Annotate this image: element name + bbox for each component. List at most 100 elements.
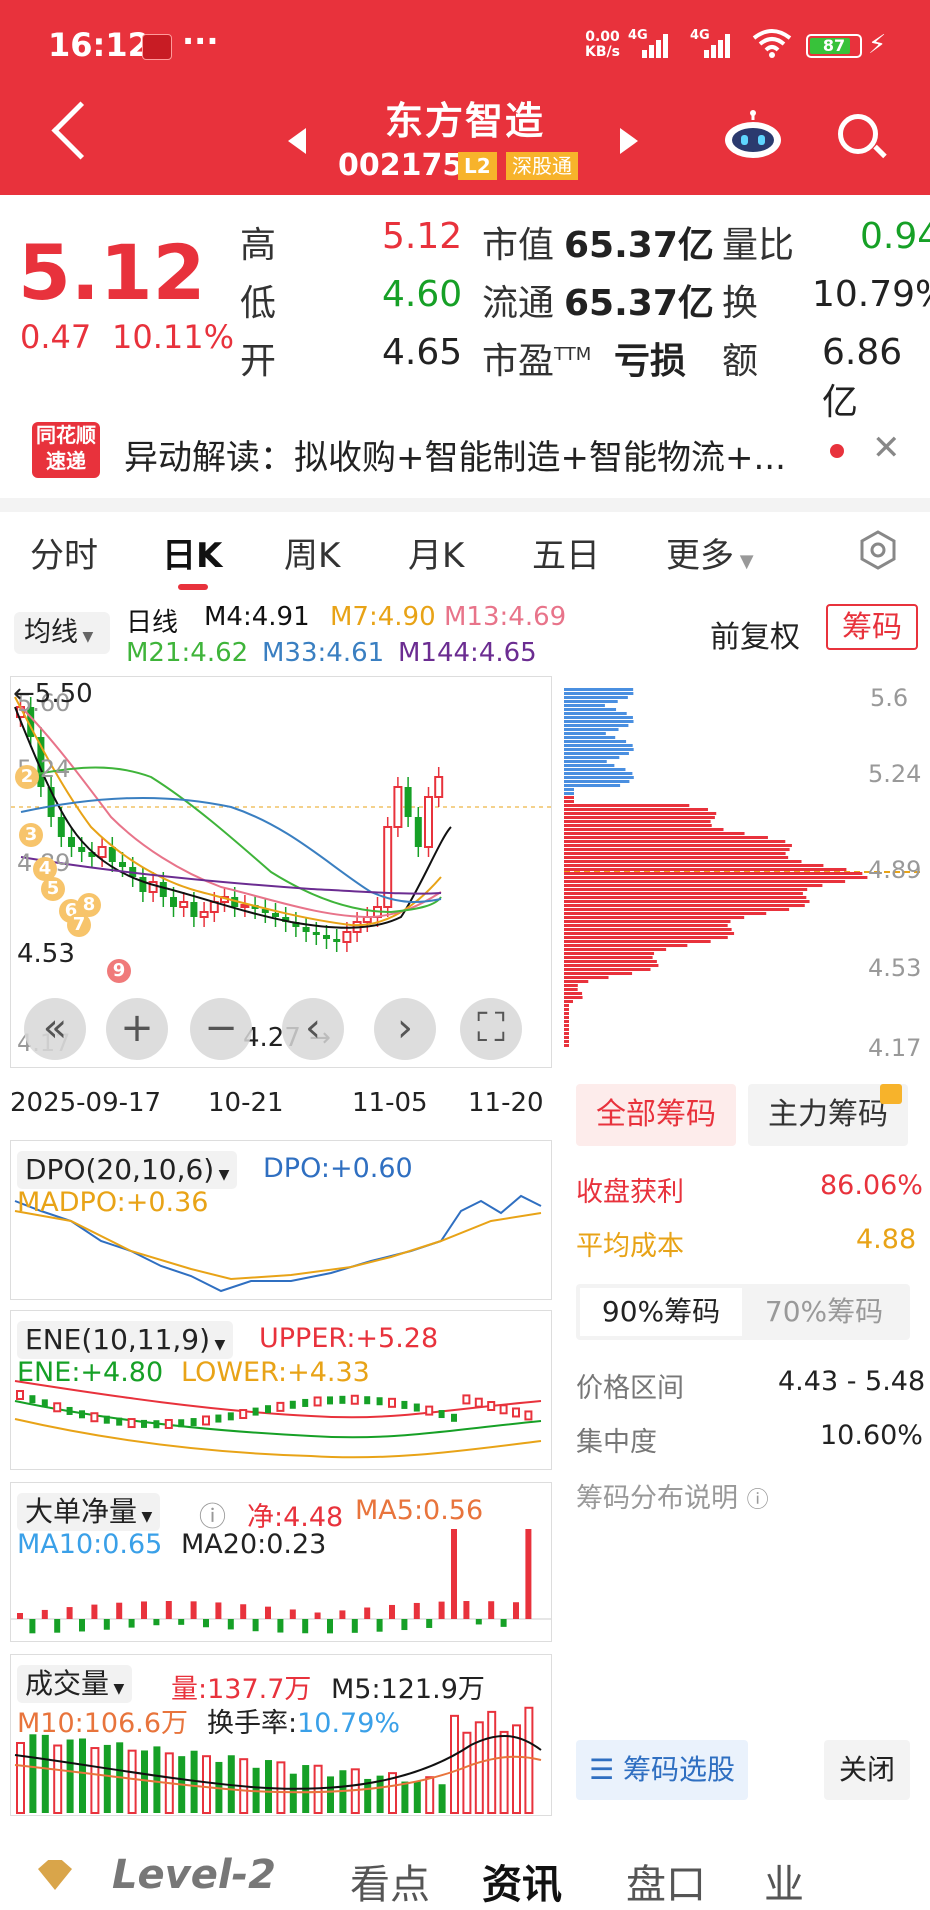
chip-bar — [564, 976, 609, 979]
indicator-select[interactable]: 均线 ▼ — [14, 612, 110, 654]
volume-select[interactable]: 成交量 ▼ — [17, 1665, 133, 1703]
zoom-out-icon[interactable]: − — [190, 998, 252, 1060]
amount-value: 6.86亿 — [822, 332, 903, 423]
next-stock-icon[interactable] — [620, 128, 638, 154]
candle-body — [383, 826, 393, 908]
volume-bar — [66, 1739, 74, 1813]
ene-lower-value: LOWER:+4.33 — [181, 1357, 370, 1388]
price-adjust-select[interactable]: 前复权 — [710, 612, 800, 656]
chip-bar — [564, 992, 583, 995]
big-order-bar — [289, 1609, 296, 1619]
signal-icon: 4G — [690, 28, 734, 58]
rewind-icon[interactable]: « — [24, 998, 86, 1060]
big-order-select[interactable]: 大单净量 ▼ — [17, 1493, 161, 1531]
chip-bar — [564, 1000, 573, 1003]
candle-body — [414, 817, 422, 847]
chip-bars-svg — [564, 688, 920, 1047]
chip-bar — [564, 816, 715, 819]
close-icon[interactable]: ✕ — [872, 428, 901, 468]
pe-label-text: 市盈 — [482, 341, 555, 382]
big-order-bar — [327, 1619, 333, 1634]
concentration-value: 10.60% — [820, 1420, 923, 1451]
nav-highlights[interactable]: 看点 — [350, 1852, 430, 1910]
ene-candle — [276, 1401, 285, 1412]
tab-daily-k[interactable]: 日K — [162, 528, 222, 577]
scroll-right-icon[interactable]: › — [374, 998, 436, 1060]
chip-bar — [564, 968, 651, 971]
big-order-bar — [463, 1601, 470, 1619]
candle-body — [97, 846, 107, 858]
tab-five-day[interactable]: 五日 — [532, 528, 600, 577]
chip-bar — [564, 988, 578, 991]
robot-assistant-icon[interactable] — [722, 110, 784, 160]
candle-body — [312, 932, 320, 935]
ene-candle — [302, 1398, 309, 1407]
float-cap-label: 流通 — [482, 283, 555, 324]
ene-candle — [376, 1397, 383, 1406]
volume-bar — [487, 1710, 497, 1814]
candle-body — [342, 931, 352, 943]
chip-bar — [564, 1008, 569, 1011]
nav-news[interactable]: 资讯 — [482, 1852, 562, 1910]
signal-type: 4G — [690, 28, 710, 43]
fullscreen-icon[interactable]: ⛶ — [460, 998, 522, 1060]
nav-level2[interactable]: Level-2 — [112, 1852, 276, 1898]
chip-bar — [564, 860, 802, 863]
volume-select-label: 成交量 — [25, 1667, 110, 1700]
ene-candle — [153, 1420, 160, 1429]
chip-bar — [564, 752, 629, 755]
event-badge[interactable]: 3 — [19, 823, 43, 847]
volume-bar — [265, 1760, 272, 1813]
chip-70-tab[interactable]: 70%筹码 — [742, 1288, 906, 1336]
chip-bar — [564, 832, 745, 835]
ma-m7: M7:4.90 — [330, 602, 436, 632]
ene-panel[interactable]: ENE(10,11,9) ▼ UPPER:+5.28 ENE:+4.80 LOW… — [10, 1310, 552, 1470]
chip-select-stock-button[interactable]: ☰ 筹码选股 — [576, 1740, 748, 1800]
chip-90-tab[interactable]: 90%筹码 — [580, 1288, 742, 1336]
tab-intraday[interactable]: 分时 — [30, 528, 98, 577]
dpo-panel[interactable]: DPO(20,10,6) ▼ DPO:+0.60 MADPO:+0.36 — [10, 1140, 552, 1300]
chip-y-label: 4.17 — [868, 1034, 922, 1062]
chip-bar — [564, 868, 847, 871]
big-order-panel[interactable]: 大单净量 ▼ ⓘ 净:4.48 MA5:0.56 MA10:0.65 MA20:… — [10, 1482, 552, 1642]
tab-more[interactable]: 更多 ▼ — [666, 528, 754, 577]
chip-bar — [564, 804, 690, 807]
ma-m144: M144:4.65 — [398, 638, 537, 668]
scroll-left-icon[interactable]: ‹ — [282, 998, 344, 1060]
zoom-in-icon[interactable]: + — [106, 998, 168, 1060]
chip-bar — [564, 776, 634, 779]
ene-select[interactable]: ENE(10,11,9) ▼ — [17, 1321, 234, 1359]
nav-order-book[interactable]: 盘口 — [626, 1852, 706, 1910]
search-icon[interactable] — [838, 114, 878, 154]
event-badge[interactable]: 8 — [77, 893, 101, 917]
candle-body — [424, 796, 433, 848]
tab-monthly-k[interactable]: 月K — [408, 528, 464, 577]
x-axis-label: 11-20 — [468, 1088, 544, 1118]
big-order-bar — [66, 1607, 73, 1619]
ene-candle — [339, 1395, 346, 1404]
ene-candle — [512, 1407, 520, 1418]
ene-select-label: ENE(10,11,9) — [25, 1323, 211, 1356]
settings-icon[interactable] — [858, 530, 898, 570]
event-badge[interactable]: 2 — [15, 765, 39, 789]
ma-m21: M21:4.62 — [126, 638, 249, 668]
ma-m4: M4:4.91 — [204, 602, 310, 632]
chips-toggle-button[interactable]: 筹码 — [826, 604, 918, 650]
tab-weekly-k[interactable]: 周K — [284, 528, 340, 577]
event-badge[interactable]: 9 — [107, 959, 131, 983]
chip-bar — [564, 888, 808, 891]
chip-bar — [564, 728, 619, 731]
big-order-bar — [314, 1612, 321, 1619]
event-badge[interactable]: 5 — [41, 877, 65, 901]
chip-bar — [564, 740, 627, 743]
ene-candle — [202, 1415, 210, 1426]
help-icon: ⓘ — [746, 1488, 769, 1513]
chip-close-button[interactable]: 关闭 — [824, 1740, 910, 1800]
dpo-select[interactable]: DPO(20,10,6) ▼ — [17, 1151, 238, 1189]
volume-panel[interactable]: 成交量 ▼ 量:137.7万 M5:121.9万 M10:106.6万 换手率:… — [10, 1654, 552, 1816]
chip-tab-all[interactable]: 全部筹码 — [576, 1084, 736, 1146]
float-cap-value: 65.37亿 — [564, 283, 714, 324]
news-headline[interactable]: 异动解读：拟收购+智能制造+智能物流+... — [124, 430, 786, 479]
nav-business[interactable]: 业 — [764, 1852, 804, 1910]
chip-explain-link[interactable]: 筹码分布说明 ⓘ — [576, 1476, 769, 1515]
